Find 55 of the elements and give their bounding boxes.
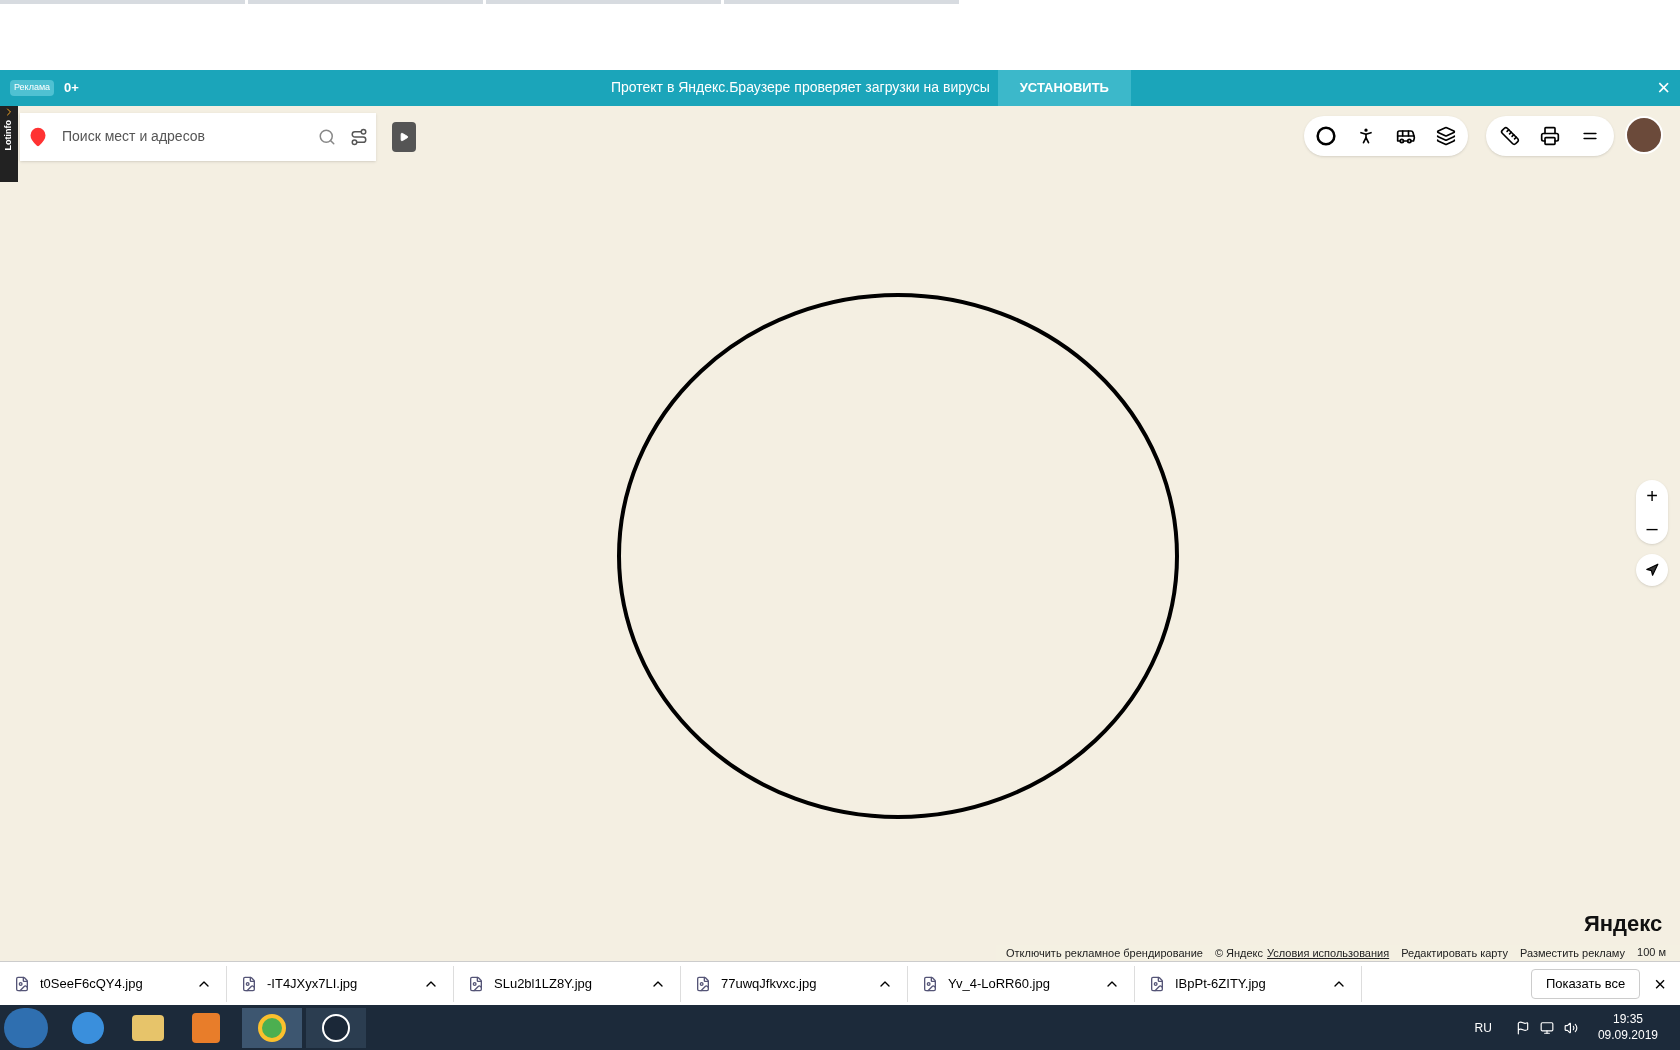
side-tab[interactable]: Lotinfo: [0, 105, 18, 182]
route-icon[interactable]: [350, 127, 368, 146]
ruler-icon[interactable]: [1500, 125, 1520, 146]
terms-link[interactable]: Условия использования: [1267, 944, 1390, 962]
copyright: © Яндекс: [1214, 945, 1264, 961]
edit-map-link[interactable]: Редактировать карту: [1401, 944, 1508, 962]
file-icon: [468, 975, 484, 992]
search-field[interactable]: Поиск мест и адресов: [20, 112, 376, 161]
language-indicator[interactable]: RU: [1474, 1018, 1492, 1037]
file-icon: [922, 975, 938, 992]
file-name: IBpPt-6ZITY.jpg: [1175, 974, 1267, 993]
ad-badge: Реклама: [10, 80, 55, 96]
avatar[interactable]: [1625, 115, 1663, 154]
layers-icon[interactable]: [1436, 125, 1456, 146]
close-button[interactable]: ×: [1654, 973, 1666, 994]
file-name: 77uwqJfkvxc.jpg: [721, 974, 818, 993]
download-item[interactable]: Yv_4-LoRR60.jpg: [908, 965, 1135, 1002]
download-item[interactable]: 77uwqJfkvxc.jpg: [681, 965, 908, 1002]
map-view[interactable]: Lotinfo Поиск мест и адресов + – Яндекс Отключить рекламное брендирование © Яндекс Условия использования Редактировать карту Разместить рекламу 100 м: [0, 105, 1680, 962]
arrow-icon: [1645, 562, 1659, 577]
yandex-logo: Яндекс: [1584, 910, 1663, 936]
show-all-button[interactable]: Показать все: [1530, 968, 1641, 999]
search-icon[interactable]: [318, 127, 336, 146]
disable-branding-link[interactable]: Отключить рекламное брендирование: [1006, 944, 1203, 962]
expand-button[interactable]: [392, 121, 416, 152]
file-icon: [695, 975, 711, 992]
circle-icon[interactable]: [1316, 125, 1336, 146]
advertise-link[interactable]: Разместить рекламу: [1519, 944, 1625, 962]
volume-icon[interactable]: [1563, 1020, 1578, 1035]
banner-message: Протект в Яндекс.Браузере проверяет загрузки на вирусы: [610, 78, 990, 98]
zoom-out-button[interactable]: –: [1646, 517, 1658, 538]
file-icon: [1149, 975, 1165, 992]
side-tab-label: Lotinfo: [2, 119, 15, 151]
file-name: -IT4JXyx7LI.jpg: [267, 974, 359, 993]
age-rating: 0+: [64, 79, 79, 98]
zoom-in-button[interactable]: +: [1646, 485, 1658, 506]
download-item[interactable]: t0SeeF6cQY4.jpg: [0, 965, 227, 1002]
play-icon: [399, 131, 409, 142]
download-item[interactable]: IBpPt-6ZITY.jpg: [1135, 965, 1362, 1002]
file-name: Yv_4-LoRR60.jpg: [948, 974, 1051, 993]
download-item[interactable]: SLu2bl1LZ8Y.jpg: [454, 965, 681, 1002]
clock-time: 19:35: [1612, 1011, 1643, 1028]
locate-button[interactable]: [1636, 553, 1668, 586]
download-item[interactable]: -IT4JXyx7LI.jpg: [227, 965, 454, 1002]
pin-icon: [28, 126, 48, 147]
start-button[interactable]: [4, 1007, 48, 1048]
file-icon: [14, 975, 30, 992]
network-icon[interactable]: [1539, 1020, 1554, 1035]
flag-icon[interactable]: [1515, 1020, 1530, 1035]
printer-icon[interactable]: [1540, 125, 1560, 146]
search-input[interactable]: Поиск мест и адресов: [62, 126, 304, 148]
file-name: SLu2bl1LZ8Y.jpg: [494, 974, 594, 993]
clock-date: 09.09.2019: [1597, 1027, 1658, 1044]
file-name: t0SeeF6cQY4.jpg: [40, 974, 144, 993]
file-icon: [241, 975, 257, 992]
